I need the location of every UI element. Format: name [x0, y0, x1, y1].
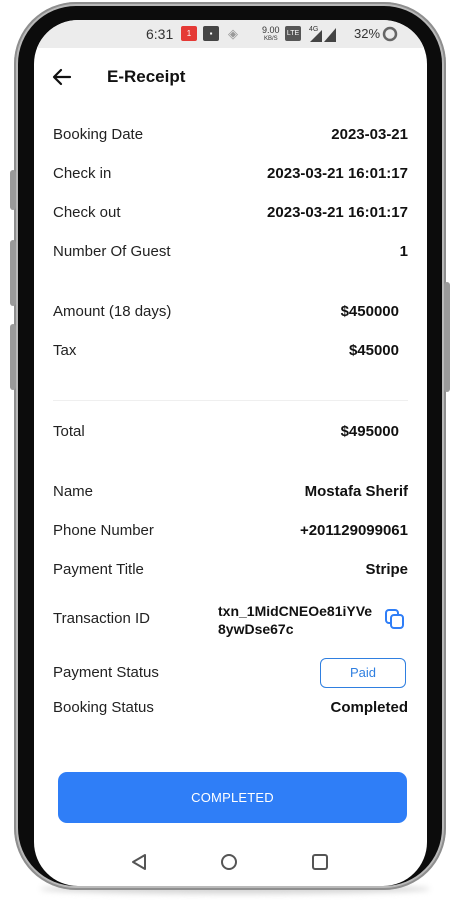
total-value: $495000	[340, 423, 399, 440]
name-label: Name	[53, 483, 94, 500]
status-time: 6:31	[146, 26, 174, 42]
booking-date-value: 2023-03-21	[331, 126, 408, 143]
payment-title-label: Payment Title	[53, 561, 144, 578]
amount-label: Amount (18 days)	[53, 303, 172, 320]
guests-value: 1	[399, 243, 408, 260]
divider	[53, 400, 408, 401]
transaction-label: Transaction ID	[53, 610, 150, 627]
arrow-left-icon[interactable]	[52, 67, 72, 87]
completed-button[interactable]: COMPLETED	[58, 772, 407, 823]
volte-icon: LTE	[285, 26, 301, 41]
check-out-row: Check out 2023-03-21 16:01:17	[53, 204, 408, 226]
amount-value: $450000	[340, 303, 399, 320]
triangle-back-icon[interactable]	[131, 853, 147, 871]
check-in-row: Check in 2023-03-21 16:01:17	[53, 165, 408, 187]
app-notification-icon: ▪	[203, 26, 219, 41]
side-key	[10, 324, 16, 390]
copy-icon[interactable]	[384, 608, 406, 630]
phone-value: +201129099061	[299, 522, 408, 539]
phone-row: Phone Number +201129099061	[53, 522, 408, 544]
battery-icon	[382, 26, 398, 42]
check-in-value: 2023-03-21 16:01:17	[267, 165, 408, 182]
status-bar: 6:31 1 ▪ ◈ 9.00 KB/S LTE 4G 32%	[34, 20, 427, 48]
name-row: Name Mostafa Sherif	[53, 483, 408, 505]
tax-value: $45000	[348, 342, 399, 359]
battery-percent: 32%	[354, 26, 381, 41]
signal-icon	[310, 28, 336, 42]
guests-row: Number Of Guest 1	[53, 243, 408, 265]
payment-title-row: Payment Title Stripe	[53, 561, 408, 583]
volume-up-button	[10, 170, 16, 210]
booking-date-row: Booking Date 2023-03-21	[53, 126, 408, 148]
booking-status-row: Booking Status Completed	[53, 699, 408, 721]
check-out-value: 2023-03-21 16:01:17	[267, 204, 408, 221]
phone-screen: 6:31 1 ▪ ◈ 9.00 KB/S LTE 4G 32% E-Receip…	[34, 20, 427, 886]
square-recents-icon[interactable]	[312, 854, 328, 870]
payment-status-label: Payment Status	[53, 664, 159, 681]
booking-status-label: Booking Status	[53, 699, 154, 716]
name-value: Mostafa Sherif	[304, 483, 408, 500]
net-speed: 9.00	[262, 25, 280, 35]
total-label: Total	[53, 423, 85, 440]
amount-row: Amount (18 days) $450000	[53, 303, 408, 325]
page-title: E-Receipt	[107, 67, 186, 86]
sync-icon: ◈	[228, 26, 238, 41]
check-in-label: Check in	[53, 165, 112, 182]
tax-label: Tax	[53, 342, 77, 359]
payment-status-badge: Paid	[320, 658, 406, 688]
check-out-label: Check out	[53, 204, 121, 221]
circle-home-icon[interactable]	[221, 854, 237, 870]
payment-title-value: Stripe	[365, 561, 408, 578]
booking-status-value: Completed	[330, 699, 408, 716]
phone-label: Phone Number	[53, 522, 154, 539]
transaction-id-value: txn_1MidCNEOe81iYVe8ywDse67c	[218, 603, 373, 637]
volume-down-button	[10, 240, 16, 306]
tax-row: Tax $45000	[53, 342, 408, 364]
net-speed-unit: KB/S	[264, 36, 278, 42]
power-button	[444, 282, 450, 392]
total-row: Total $495000	[53, 423, 408, 445]
notification-icon: 1	[181, 26, 197, 41]
booking-date-label: Booking Date	[53, 126, 144, 143]
guests-label: Number Of Guest	[53, 243, 171, 260]
